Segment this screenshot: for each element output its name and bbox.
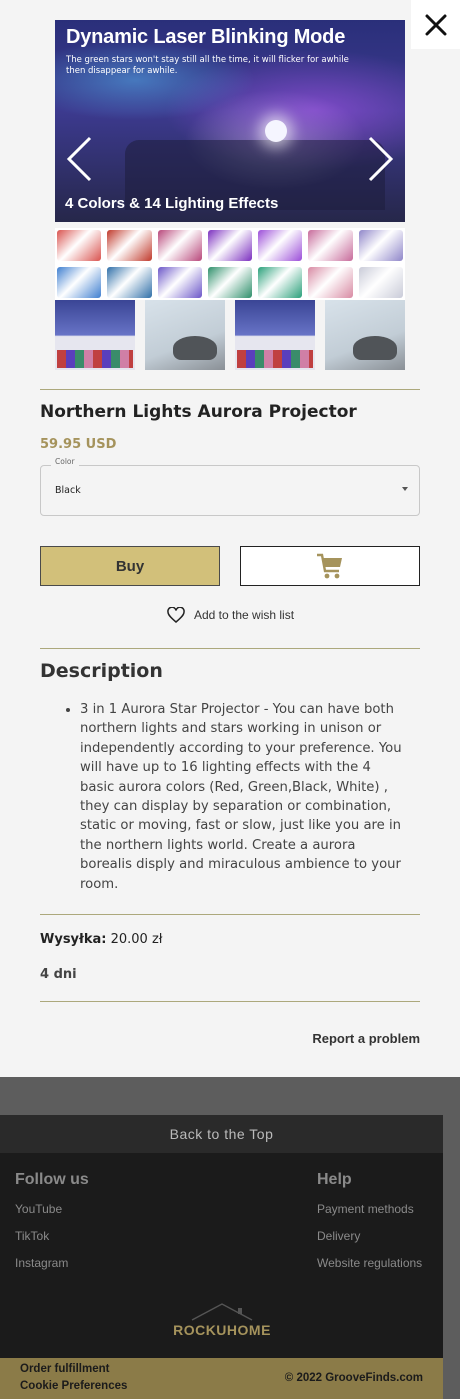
footer-link-delivery[interactable]: Delivery xyxy=(317,1229,360,1243)
buy-button[interactable]: Buy xyxy=(40,546,220,586)
close-button[interactable] xyxy=(411,0,460,49)
hero-headline: Dynamic Laser Blinking Mode xyxy=(66,26,346,48)
divider xyxy=(40,1001,420,1002)
color-swatch xyxy=(207,230,253,261)
site-logo[interactable]: ROCKUHOME xyxy=(164,1302,280,1342)
cookie-preferences-link[interactable]: Cookie Preferences xyxy=(20,1380,127,1392)
color-swatch xyxy=(308,230,353,261)
site-footer: Back to the Top Follow us YouTube TikTok… xyxy=(0,1115,443,1399)
thumbnail-strip xyxy=(55,300,405,370)
color-swatch xyxy=(308,267,353,298)
description-body: 3 in 1 Aurora Star Projector - You can h… xyxy=(60,700,405,894)
shipping-label: Wysyłka: xyxy=(40,932,107,947)
add-to-cart-button[interactable] xyxy=(240,546,420,586)
product-image-main: Dynamic Laser Blinking Mode The green st… xyxy=(55,20,405,222)
help-heading: Help xyxy=(317,1171,352,1188)
color-select-label: Color xyxy=(51,457,79,466)
divider xyxy=(40,389,420,390)
color-swatch xyxy=(107,267,152,298)
chevron-right-icon[interactable] xyxy=(366,135,396,183)
color-swatch xyxy=(358,230,403,261)
delivery-time: 4 dni xyxy=(40,967,77,982)
color-swatch xyxy=(157,267,202,298)
divider xyxy=(40,914,420,915)
caret-down-icon xyxy=(402,487,408,491)
thumbnail-3[interactable] xyxy=(235,300,315,370)
logo-text: ROCKUHOME xyxy=(173,1322,271,1338)
color-swatch xyxy=(258,267,303,298)
color-swatch xyxy=(57,267,102,298)
color-swatch xyxy=(258,230,303,261)
footer-bottom-bar: Order fulfillment Cookie Preferences © 2… xyxy=(0,1358,443,1399)
footer-link-tiktok[interactable]: TikTok xyxy=(15,1229,49,1243)
wishlist-link[interactable]: Add to the wish list xyxy=(167,607,294,623)
shipping-info: Wysyłka: 20.00 zł xyxy=(40,932,162,947)
cart-icon xyxy=(317,553,342,579)
heart-icon xyxy=(167,607,185,623)
product-price: 59.95 USD xyxy=(40,437,117,452)
product-modal: Dynamic Laser Blinking Mode The green st… xyxy=(0,0,460,1077)
color-select-value: Black xyxy=(55,485,81,496)
order-fulfillment-link[interactable]: Order fulfillment xyxy=(20,1363,109,1375)
color-swatch xyxy=(57,230,102,261)
thumbnail-4[interactable] xyxy=(325,300,405,370)
wishlist-label: Add to the wish list xyxy=(194,608,295,622)
color-swatch xyxy=(358,267,403,298)
house-roof-icon xyxy=(191,1303,253,1321)
color-swatch xyxy=(157,230,202,261)
footer-link-website-regulations[interactable]: Website regulations xyxy=(317,1256,422,1270)
thumbnail-2[interactable] xyxy=(145,300,225,370)
description-heading: Description xyxy=(40,660,163,682)
product-title: Northern Lights Aurora Projector xyxy=(40,402,357,422)
close-icon xyxy=(425,14,446,35)
color-swatch xyxy=(107,230,152,261)
hero-projector-glow xyxy=(265,120,287,142)
color-swatch xyxy=(207,267,253,298)
description-item: 3 in 1 Aurora Star Projector - You can h… xyxy=(80,700,405,894)
report-problem-link[interactable]: Report a problem xyxy=(312,1031,420,1046)
copyright: © 2022 GrooveFinds.com xyxy=(284,1372,423,1384)
follow-heading: Follow us xyxy=(15,1171,89,1188)
divider xyxy=(40,648,420,649)
footer-link-youtube[interactable]: YouTube xyxy=(15,1202,62,1216)
chevron-left-icon[interactable] xyxy=(64,135,94,183)
hero-caption: 4 Colors & 14 Lighting Effects xyxy=(65,195,279,212)
back-to-top-button[interactable]: Back to the Top xyxy=(0,1115,443,1153)
thumbnail-1[interactable] xyxy=(55,300,135,370)
footer-link-payment-methods[interactable]: Payment methods xyxy=(317,1202,414,1216)
color-swatch-strip xyxy=(55,228,405,300)
shipping-value: 20.00 zł xyxy=(110,932,163,947)
color-select[interactable]: Color Black xyxy=(40,457,420,516)
hero-subline: The green stars won't stay still all the… xyxy=(66,55,349,76)
footer-link-instagram[interactable]: Instagram xyxy=(15,1256,68,1270)
